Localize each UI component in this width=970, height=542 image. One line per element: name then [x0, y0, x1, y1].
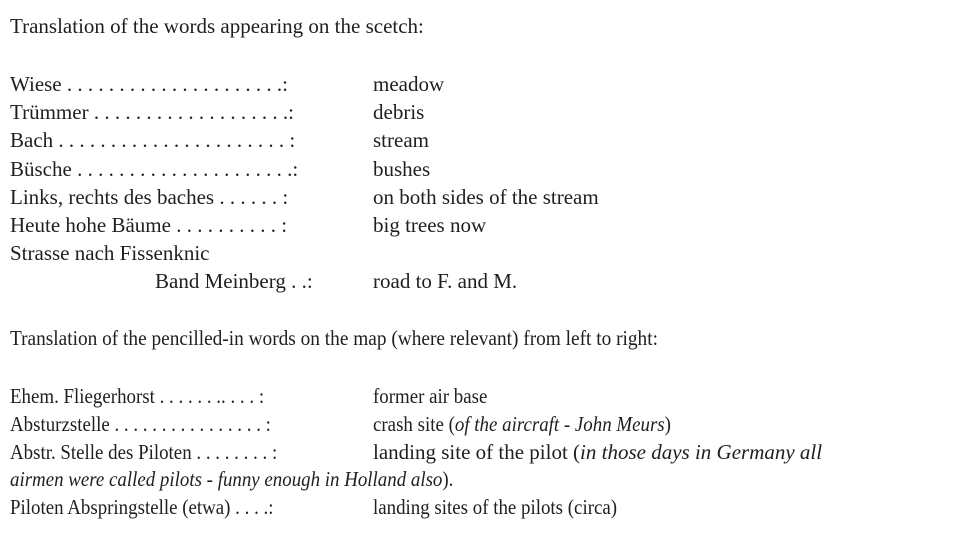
term-bach: Bach . . . . . . . . . . . . . . . . . .… [10, 128, 296, 152]
section-heading-map-words-text: Translation of the pencilled-in words on… [10, 326, 658, 350]
term-links-rechts: Links, rechts des baches . . . . . . : [10, 185, 289, 209]
term-ehem-fliegerhorst-text: Ehem. Fliegerhorst . . . . . . .. . . . … [10, 384, 265, 408]
term-ehem-fliegerhorst: Ehem. Fliegerhorst . . . . . . .. . . . … [10, 384, 292, 408]
term-band-meinberg: Band Meinberg . .: [155, 269, 313, 293]
definition-landing-site-pilot: landing site of the pilot (in those days… [373, 440, 822, 464]
definition-former-air-base-text: former air base [373, 384, 488, 408]
term-truemmer: Trümmer . . . . . . . . . . . . . . . . … [10, 100, 294, 124]
term-piloten-abspringstelle: Piloten Abspringstelle (etwa) . . . .: [10, 495, 303, 519]
definition-bushes: bushes [373, 157, 431, 181]
term-buesche: Büsche . . . . . . . . . . . . . . . . .… [10, 157, 299, 181]
term-abstr-stelle: Abstr. Stelle des Piloten . . . . . . . … [10, 440, 307, 464]
definition-landing-site-pilot-text: landing site of the pilot ( [373, 440, 581, 464]
definition-former-air-base: former air base [373, 384, 500, 408]
landing-site-note: in those days in Germany all [580, 440, 823, 464]
definition-crash-site: crash site (of the aircraft - John Meurs… [373, 412, 704, 436]
definition-stream: stream [373, 128, 429, 152]
definition-meadow: meadow [373, 72, 445, 96]
term-heute-hohe-baeume: Heute hohe Bäume . . . . . . . . . . : [10, 213, 288, 237]
term-strasse-nach: Strasse nach Fissenknic [10, 241, 210, 265]
definition-debris: debris [373, 100, 425, 124]
note-continuation-text: airmen were called pilots - funny enough… [10, 467, 443, 491]
definition-crash-site-text: crash site ( [373, 412, 455, 436]
term-abstr-stelle-text: Abstr. Stelle des Piloten . . . . . . . … [10, 440, 278, 464]
note-continuation-wrap: airmen were called pilots - funny enough… [10, 467, 453, 491]
term-wiese: Wiese . . . . . . . . . . . . . . . . . … [10, 72, 288, 96]
definition-landing-sites-pilots: landing sites of the pilots (circa) [373, 495, 644, 519]
definition-both-sides: on both sides of the stream [373, 185, 599, 209]
term-absturzstelle-text: Absturzstelle . . . . . . . . . . . . . … [10, 412, 271, 436]
definition-crash-site-wrap: crash site (of the aircraft - John Meurs… [373, 412, 671, 436]
definition-road: road to F. and M. [373, 269, 518, 293]
term-absturzstelle: Absturzstelle . . . . . . . . . . . . . … [10, 412, 300, 436]
crash-site-tail: ) [664, 412, 671, 436]
note-continuation-tail: ). [442, 467, 454, 491]
crash-site-note: of the aircraft - John Meurs [454, 412, 665, 436]
term-piloten-abspringstelle-text: Piloten Abspringstelle (etwa) . . . .: [10, 495, 274, 519]
section-heading-sketch-words: Translation of the words appearing on th… [10, 14, 424, 38]
section-heading-map-words: Translation of the pencilled-in words on… [10, 326, 714, 350]
note-continuation: airmen were called pilots - funny enough… [10, 467, 503, 491]
definition-landing-sites-pilots-text: landing sites of the pilots (circa) [373, 495, 618, 519]
definition-big-trees: big trees now [373, 213, 487, 237]
